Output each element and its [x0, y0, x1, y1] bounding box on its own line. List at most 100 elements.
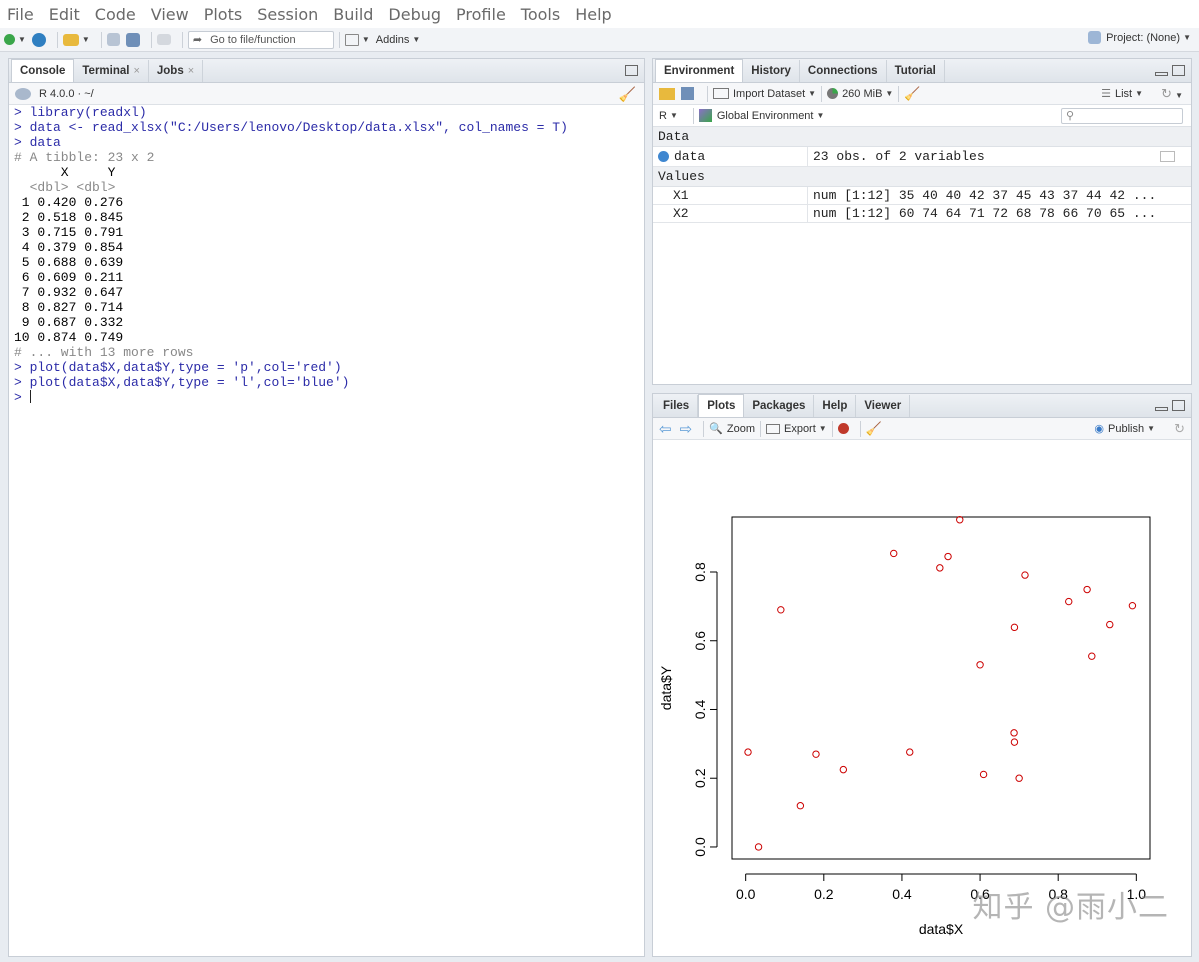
y-tick-label: 0.0 — [692, 837, 708, 857]
save-workspace-icon[interactable] — [681, 87, 694, 100]
minimize-icon[interactable] — [1155, 407, 1168, 411]
print-button[interactable] — [156, 30, 171, 50]
menu-view[interactable]: View — [151, 5, 189, 24]
tab-help[interactable]: Help — [814, 395, 857, 417]
env-value-value: num [1:12] 35 40 40 42 37 45 43 37 44 42… — [813, 188, 1157, 203]
menu-plots[interactable]: Plots — [204, 5, 243, 24]
load-workspace-icon[interactable] — [659, 87, 675, 100]
env-data-row[interactable]: data 23 obs. of 2 variables — [653, 147, 1191, 167]
list-icon: ☰ — [1101, 88, 1111, 100]
console-line: 2 0.518 0.845 — [14, 210, 639, 225]
toolbar-divider — [692, 107, 694, 124]
menu-file[interactable]: File — [7, 5, 34, 24]
back-arrow-icon[interactable]: ⇦ — [659, 420, 672, 438]
data-point — [1106, 620, 1114, 629]
env-value-row[interactable]: X2 num [1:12] 60 74 64 71 72 68 78 66 70… — [653, 205, 1191, 223]
y-tick-label: 0.4 — [692, 700, 708, 720]
open-file-button[interactable]: ▼ — [62, 30, 90, 50]
tab-environment[interactable]: Environment — [655, 59, 744, 82]
console-line: > data <- read_xlsx("C:/Users/lenovo/Des… — [14, 120, 639, 135]
new-file-button[interactable]: ▼ — [4, 30, 26, 50]
plot-frame — [731, 516, 1151, 860]
pane-layout-button[interactable]: ▼ — [344, 30, 370, 50]
goto-file-input[interactable]: ➦ Go to file/function — [187, 30, 334, 49]
maximize-icon[interactable] — [1172, 65, 1185, 76]
close-icon[interactable]: × — [133, 65, 139, 77]
remove-plot-icon[interactable] — [837, 423, 849, 434]
env-value-row[interactable]: X1 num [1:12] 35 40 40 42 37 45 43 37 44… — [653, 187, 1191, 205]
console-line: > library(readxl) — [14, 105, 639, 120]
env-scope-bar: R ▼ Global Environment ▼ ⚲ — [653, 105, 1191, 127]
maximize-icon[interactable] — [1172, 400, 1185, 411]
menu-tools[interactable]: Tools — [521, 5, 560, 24]
project-menu[interactable]: Project: (None) ▼ — [1088, 31, 1191, 44]
menu-build[interactable]: Build — [333, 5, 373, 24]
restore-icon[interactable] — [625, 65, 638, 76]
menu-profile[interactable]: Profile — [456, 5, 506, 24]
menu-edit[interactable]: Edit — [49, 5, 80, 24]
save-button[interactable] — [106, 30, 120, 50]
values-header-label: Values — [658, 169, 705, 184]
console-line-text: 2 0.518 0.845 — [14, 210, 124, 225]
x-tick-label: 0.0 — [736, 886, 756, 902]
console-line-text: > plot(data$X,data$Y,type = 'l',col='blu… — [14, 375, 350, 390]
new-project-button[interactable] — [31, 30, 46, 50]
zoom-label: Zoom — [726, 422, 755, 435]
menu-debug[interactable]: Debug — [388, 5, 441, 24]
data-point — [754, 843, 763, 851]
expand-arrow-icon[interactable] — [658, 151, 669, 162]
toolbar-divider — [831, 420, 833, 437]
main-toolbar: ▼ ▼ ➦ Go to file/function ▼ Addins ▼ Proje… — [0, 28, 1199, 52]
language-label: R — [659, 109, 667, 122]
export-button[interactable]: Export ▼ — [765, 422, 827, 435]
broom-icon[interactable]: 🧹 — [619, 86, 636, 103]
tab-terminal[interactable]: Terminal × — [74, 60, 149, 82]
tab-viewer[interactable]: Viewer — [856, 395, 911, 417]
env-search-input[interactable]: ⚲ — [1061, 108, 1183, 124]
console-output[interactable]: > library(readxl) > data <- read_xlsx("C:… — [9, 105, 644, 956]
zoom-button[interactable]: 🔍 Zoom — [709, 422, 755, 436]
menu-help[interactable]: Help — [575, 5, 611, 24]
console-subbar: R 4.0.0 · ~/ 🧹 — [9, 83, 644, 105]
toolbar-divider — [338, 31, 340, 48]
x-tick-label: 0.4 — [892, 886, 912, 902]
x-tick-label: 0.2 — [814, 886, 834, 902]
menu-code[interactable]: Code — [95, 5, 136, 24]
tab-jobs[interactable]: Jobs × — [149, 60, 204, 82]
data-point — [1083, 585, 1091, 594]
import-dataset-button[interactable]: Import Dataset ▼ — [713, 88, 816, 100]
export-icon — [765, 423, 780, 434]
save-all-button[interactable] — [125, 30, 140, 50]
tab-connections[interactable]: Connections — [800, 60, 887, 82]
refresh-icon[interactable]: ↻ — [1174, 421, 1185, 437]
tab-history[interactable]: History — [743, 60, 800, 82]
forward-arrow-icon[interactable]: ⇨ — [680, 420, 693, 438]
language-select[interactable]: R ▼ — [659, 110, 678, 122]
tab-console[interactable]: Console — [11, 59, 75, 82]
y-tick-label: 0.2 — [692, 768, 708, 788]
view-table-icon[interactable] — [1160, 151, 1175, 162]
export-label: Export — [783, 422, 816, 435]
tab-plots[interactable]: Plots — [698, 394, 745, 417]
addins-button[interactable]: Addins ▼ — [376, 30, 421, 50]
data-point — [956, 516, 964, 524]
tab-tutorial[interactable]: Tutorial — [887, 60, 945, 82]
x-axis-label: data$X — [919, 921, 964, 937]
memory-usage-button[interactable]: 260 MiB ▼ — [827, 88, 893, 100]
console-window-controls — [625, 65, 638, 76]
data-point — [936, 564, 944, 572]
tab-files[interactable]: Files — [655, 395, 699, 417]
close-icon[interactable]: × — [188, 65, 194, 77]
toolbar-divider — [181, 31, 183, 48]
refresh-icon[interactable]: ↻ ▼ — [1161, 86, 1183, 102]
clear-plots-icon[interactable]: 🧹 — [866, 421, 882, 437]
clear-workspace-icon[interactable]: 🧹 — [904, 86, 920, 102]
publish-button[interactable]: ◉ Publish ▼ — [1094, 422, 1155, 436]
new-file-icon — [4, 34, 15, 45]
view-mode-button[interactable]: ☰ List ▼ — [1101, 87, 1143, 101]
tab-packages[interactable]: Packages — [744, 395, 815, 417]
minimize-icon[interactable] — [1155, 72, 1168, 76]
environment-select[interactable]: Global Environment ▼ — [698, 109, 824, 122]
env-data-name: data — [674, 149, 706, 164]
menu-session[interactable]: Session — [257, 5, 318, 24]
